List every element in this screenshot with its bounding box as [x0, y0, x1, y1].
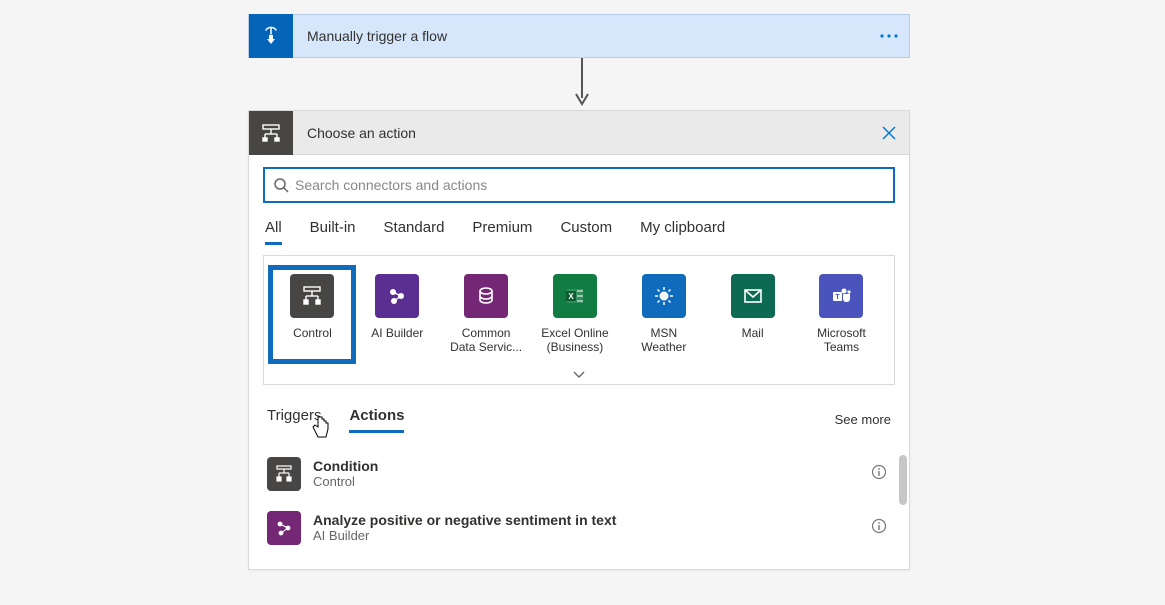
tab-custom[interactable]: Custom	[560, 219, 612, 245]
connector-label: MSN Weather	[641, 326, 686, 355]
info-icon[interactable]	[871, 464, 891, 483]
result-subtitle: Control	[313, 474, 859, 489]
tab-all[interactable]: All	[265, 219, 282, 245]
expand-connectors-button[interactable]	[263, 367, 895, 385]
action-item-condition[interactable]: Condition Control	[267, 447, 891, 501]
result-title: Analyze positive or negative sentiment i…	[313, 512, 859, 528]
connector-label: Mail	[742, 326, 764, 340]
connector-label: Control	[293, 326, 332, 340]
connector-label: Microsoft Teams	[817, 326, 866, 355]
search-icon	[273, 177, 289, 193]
tab-premium[interactable]: Premium	[472, 219, 532, 245]
results-list: Condition Control Analyze positive or ne…	[249, 441, 909, 569]
connector-grid: Control AI Builder Common Data Servic...	[263, 255, 895, 367]
section-tabs-row: Triggers Actions See more	[249, 385, 909, 441]
section-tab-actions[interactable]: Actions	[349, 407, 404, 433]
trigger-icon	[249, 14, 293, 58]
result-subtitle: AI Builder	[313, 528, 859, 543]
action-item-analyze-sentiment[interactable]: Analyze positive or negative sentiment i…	[267, 501, 891, 555]
chooser-title: Choose an action	[293, 125, 869, 141]
chooser-header-icon	[249, 111, 293, 155]
trigger-card[interactable]: Manually trigger a flow	[248, 14, 910, 58]
svg-text:X: X	[568, 292, 574, 301]
tab-standard[interactable]: Standard	[384, 219, 445, 245]
close-button[interactable]	[869, 111, 909, 155]
connector-label: AI Builder	[371, 326, 423, 340]
connector-mail[interactable]: Mail	[712, 274, 794, 355]
ai-builder-action-icon	[267, 511, 301, 545]
result-title: Condition	[313, 458, 859, 474]
chooser-header: Choose an action	[249, 111, 909, 155]
connector-msn-weather[interactable]: MSN Weather	[623, 274, 705, 355]
action-chooser-panel: Choose an action All Built-in Standard P…	[248, 110, 910, 570]
see-more-link[interactable]: See more	[835, 412, 891, 427]
info-icon[interactable]	[871, 518, 891, 537]
connector-ai-builder[interactable]: AI Builder	[356, 274, 438, 355]
trigger-menu-button[interactable]	[869, 33, 909, 39]
condition-icon	[267, 457, 301, 491]
tab-built-in[interactable]: Built-in	[310, 219, 356, 245]
svg-text:T: T	[836, 294, 841, 301]
weather-icon	[642, 274, 686, 318]
excel-icon: X	[553, 274, 597, 318]
search-box[interactable]	[263, 167, 895, 203]
search-input[interactable]	[295, 177, 885, 193]
category-tabs: All Built-in Standard Premium Custom My …	[249, 203, 909, 255]
control-icon	[290, 274, 334, 318]
connector-microsoft-teams[interactable]: T Microsoft Teams	[800, 274, 882, 355]
search-row	[249, 155, 909, 203]
ai-builder-icon	[375, 274, 419, 318]
connector-label: Excel Online (Business)	[541, 326, 608, 355]
connector-excel-online[interactable]: X Excel Online (Business)	[534, 274, 616, 355]
mail-icon	[731, 274, 775, 318]
connector-label: Common Data Servic...	[450, 326, 522, 355]
connector-control[interactable]: Control	[271, 268, 353, 361]
section-tab-triggers[interactable]: Triggers	[267, 407, 321, 433]
tab-my-clipboard[interactable]: My clipboard	[640, 219, 725, 245]
results-scrollbar[interactable]	[899, 455, 907, 505]
flow-connector-arrow	[575, 58, 589, 110]
connector-common-data-service[interactable]: Common Data Servic...	[445, 274, 527, 355]
cds-icon	[464, 274, 508, 318]
trigger-title: Manually trigger a flow	[293, 28, 869, 44]
teams-icon: T	[819, 274, 863, 318]
